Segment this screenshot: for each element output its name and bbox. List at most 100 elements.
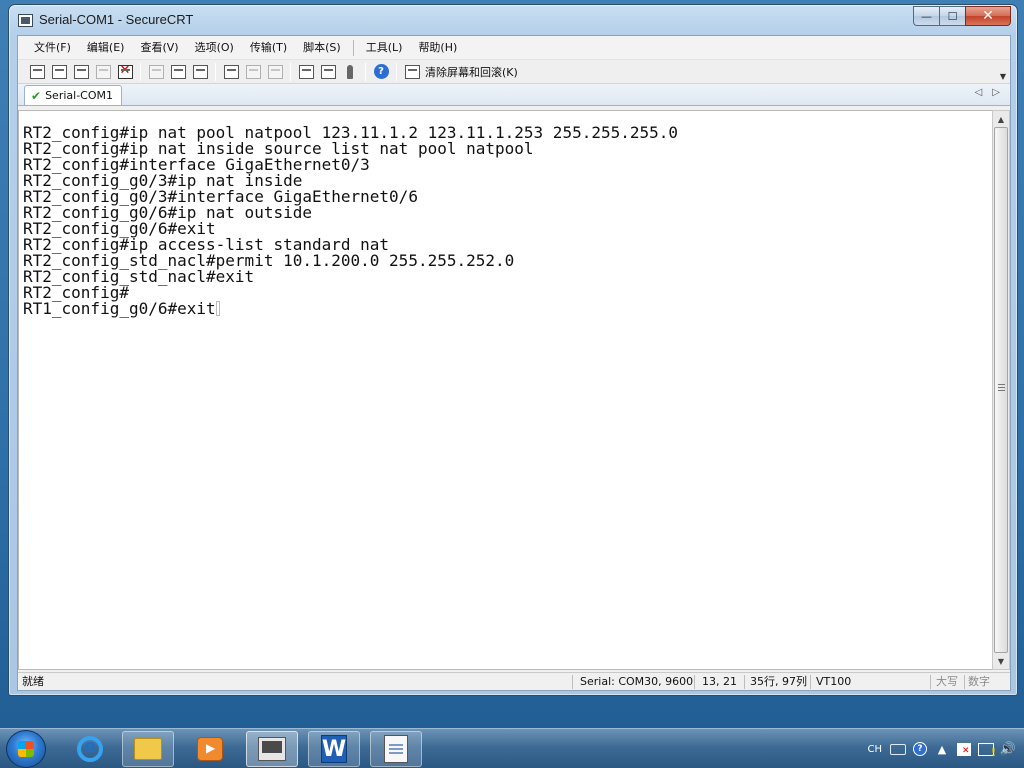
status-terminal-size: 35行, 97列 xyxy=(750,675,807,688)
start-button[interactable] xyxy=(6,730,46,768)
global-options-icon xyxy=(320,64,336,79)
menu-file[interactable]: 文件(F) xyxy=(26,38,79,58)
print-setup-button[interactable] xyxy=(264,62,286,82)
help-icon: ? xyxy=(373,64,389,79)
scroll-up-icon[interactable]: ▲ xyxy=(993,111,1009,127)
scroll-down-icon[interactable]: ▼ xyxy=(993,653,1009,669)
status-cursor-position: 13, 21 xyxy=(702,675,737,688)
input-language-indicator[interactable]: CH xyxy=(867,744,882,755)
tab-label: Serial-COM1 xyxy=(45,89,113,102)
quick-connect-button[interactable] xyxy=(48,62,70,82)
status-bar: 就绪 Serial: COM30, 9600 13, 21 35行, 97列 V… xyxy=(18,672,1010,690)
securecrt-window: Serial-COM1 - SecureCRT — ☐ ✕ 文件(F) 编辑(E… xyxy=(8,4,1018,696)
disconnect-button[interactable] xyxy=(114,62,136,82)
connected-check-icon: ✔ xyxy=(31,88,42,103)
volume-tray[interactable]: 🔊 xyxy=(1000,741,1016,757)
menu-separator xyxy=(352,39,354,56)
paste-button[interactable] xyxy=(167,62,189,82)
menu-view[interactable]: 查看(V) xyxy=(132,38,186,58)
internet-explorer-icon xyxy=(77,736,103,762)
taskbar-internet-explorer[interactable] xyxy=(64,731,116,767)
taskbar-wps-writer[interactable]: W xyxy=(308,731,360,767)
terminal-output: RT2_config#ip nat pool natpool 123.11.1.… xyxy=(23,125,678,317)
taskbar: W CH ? ▲ 🔊 xyxy=(0,728,1024,768)
toolbar-overflow-icon[interactable]: ▼ xyxy=(1000,72,1006,81)
print-selection-button[interactable] xyxy=(242,62,264,82)
find-button[interactable] xyxy=(189,62,211,82)
status-divider xyxy=(964,675,965,689)
client-area: 文件(F) 编辑(E) 查看(V) 选项(O) 传输(T) 脚本(S) 工具(L… xyxy=(17,35,1011,691)
help-button[interactable]: ? xyxy=(370,62,392,82)
toolbar: ? 清除屏幕和回滚(K) ▼ xyxy=(18,60,1010,84)
maximize-button[interactable]: ☐ xyxy=(939,6,965,26)
app-icon[interactable] xyxy=(18,14,33,27)
toolbar-separator xyxy=(290,62,291,81)
media-player-icon xyxy=(197,737,223,761)
toolbar-separator xyxy=(140,62,141,81)
connect-button[interactable] xyxy=(26,62,48,82)
menu-edit[interactable]: 编辑(E) xyxy=(79,38,133,58)
network-warning-icon xyxy=(978,742,996,759)
help-icon: ? xyxy=(913,742,927,756)
connect-in-tab-button[interactable] xyxy=(70,62,92,82)
window-title: Serial-COM1 - SecureCRT xyxy=(39,12,194,27)
connect-icon xyxy=(29,64,45,79)
taskbar-securecrt[interactable] xyxy=(246,731,298,767)
menu-transfer[interactable]: 传输(T) xyxy=(242,38,295,58)
menu-tools[interactable]: 工具(L) xyxy=(358,38,411,58)
chevron-up-icon: ▲ xyxy=(937,742,947,756)
print-selection-icon xyxy=(245,64,261,79)
reconnect-button[interactable] xyxy=(92,62,114,82)
status-divider xyxy=(744,675,745,689)
status-divider xyxy=(694,675,695,689)
document-icon xyxy=(384,735,408,763)
tab-scroll-right-icon[interactable]: ▷ xyxy=(992,87,1000,98)
menu-help[interactable]: 帮助(H) xyxy=(410,38,465,58)
scroll-grip-icon xyxy=(998,384,1005,391)
keyboard-icon xyxy=(890,743,906,755)
show-hidden-icons-button[interactable]: ▲ xyxy=(934,741,950,757)
copy-button[interactable] xyxy=(145,62,167,82)
clear-screen-label[interactable]: 清除屏幕和回滚(K) xyxy=(425,64,518,80)
tab-scroll-left-icon[interactable]: ◁ xyxy=(975,87,983,98)
clear-screen-button[interactable] xyxy=(401,62,423,82)
menu-options[interactable]: 选项(O) xyxy=(187,38,242,58)
taskbar-document-viewer[interactable] xyxy=(370,731,422,767)
vertical-scrollbar[interactable]: ▲ ▼ xyxy=(992,110,1010,670)
securecrt-icon xyxy=(258,737,286,761)
menu-script[interactable]: 脚本(S) xyxy=(295,38,349,58)
print-button[interactable] xyxy=(220,62,242,82)
network-tray[interactable] xyxy=(978,741,996,759)
connect-in-tab-icon xyxy=(73,64,89,79)
session-options-icon xyxy=(298,64,314,79)
status-num-lock: 数字 xyxy=(968,675,990,688)
status-connection: Serial: COM30, 9600 xyxy=(580,675,694,688)
tab-serial-com1[interactable]: ✔ Serial-COM1 xyxy=(24,85,122,105)
terminal-view[interactable]: RT2_config#ip nat pool natpool 123.11.1.… xyxy=(18,110,992,670)
reconnect-icon xyxy=(95,64,111,79)
keymap-button[interactable] xyxy=(339,62,361,82)
current-line-text: RT1_config_g0/6#exit xyxy=(23,299,216,318)
title-bar[interactable]: Serial-COM1 - SecureCRT — ☐ ✕ xyxy=(9,5,1017,35)
action-center-tray[interactable] xyxy=(956,741,972,757)
terminal-line-current: RT1_config_g0/6#exit xyxy=(23,301,678,317)
caption-buttons: — ☐ ✕ xyxy=(913,6,1011,26)
keymap-icon xyxy=(347,64,353,79)
global-options-button[interactable] xyxy=(317,62,339,82)
scroll-thumb[interactable] xyxy=(994,127,1008,653)
folder-icon xyxy=(134,738,162,760)
quick-connect-icon xyxy=(51,64,67,79)
help-tray[interactable]: ? xyxy=(912,741,928,757)
status-caps-lock: 大写 xyxy=(936,675,958,688)
disconnect-icon xyxy=(117,63,133,79)
session-options-button[interactable] xyxy=(295,62,317,82)
taskbar-media-player[interactable] xyxy=(184,731,236,767)
status-text: 就绪 xyxy=(22,675,44,688)
close-button[interactable]: ✕ xyxy=(965,6,1011,26)
status-divider xyxy=(572,675,573,689)
taskbar-file-explorer[interactable] xyxy=(122,731,174,767)
print-icon xyxy=(223,64,239,79)
minimize-button[interactable]: — xyxy=(913,6,939,26)
text-cursor xyxy=(215,301,220,316)
keyboard-tray[interactable] xyxy=(890,741,906,757)
